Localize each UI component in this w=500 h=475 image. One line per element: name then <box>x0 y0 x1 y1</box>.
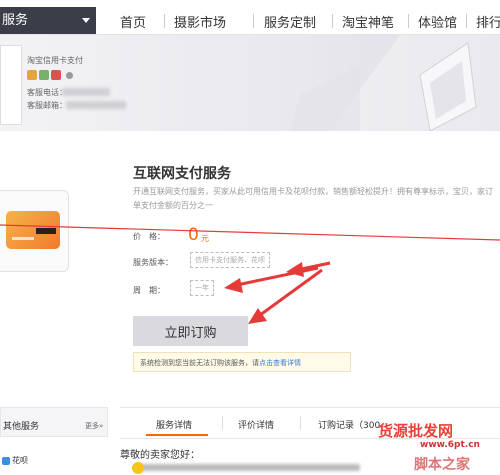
annotation-arrow <box>248 268 323 324</box>
watermark-url: www.6pt.cn <box>420 440 480 450</box>
annotation-line <box>0 224 500 241</box>
annotation-overlay <box>0 224 500 324</box>
watermark-text: 货源批发网 <box>378 422 454 440</box>
watermark-text: 脚本之家 <box>414 457 470 473</box>
annotation-arrow <box>224 266 319 293</box>
